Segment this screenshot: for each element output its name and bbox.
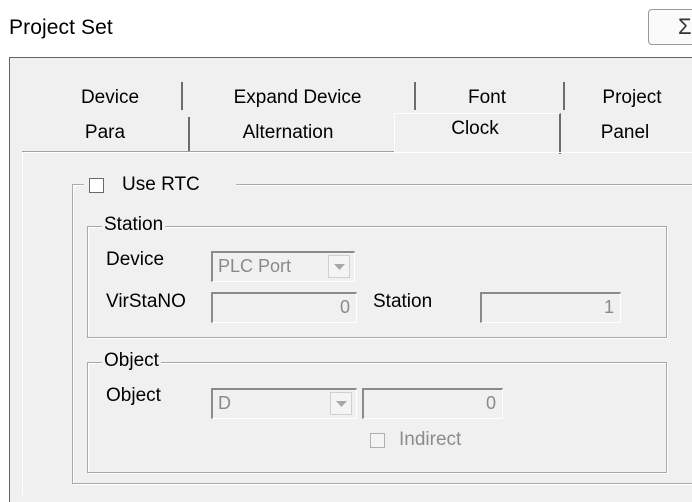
window-title: Project Set	[9, 16, 113, 39]
device-value: PLC Port	[218, 256, 292, 276]
chevron-down-icon	[336, 401, 347, 407]
tab-divider	[414, 82, 416, 110]
station-label: Station	[373, 291, 433, 312]
station-value: 1	[603, 297, 614, 317]
object-address-value: 0	[485, 393, 496, 413]
object-address-input[interactable]: 0	[362, 388, 503, 419]
station-input[interactable]: 1	[480, 292, 621, 323]
tab-divider	[563, 82, 565, 110]
virstano-input[interactable]: 0	[211, 292, 357, 323]
tab-font[interactable]: Font	[420, 83, 554, 113]
object-legend: Object	[102, 350, 161, 372]
tab-panel-left-edge	[22, 152, 23, 495]
tab-device[interactable]: Device	[60, 83, 160, 113]
station-legend: Station	[102, 214, 166, 236]
close-button[interactable]: Σ	[648, 9, 692, 45]
tab-divider	[181, 82, 183, 110]
object-value: D	[218, 393, 231, 413]
object-label: Object	[106, 385, 161, 406]
virstano-label: VirStaNO	[106, 291, 186, 312]
tab-alternation[interactable]: Alternation	[195, 118, 381, 148]
object-dropdown[interactable]: D	[211, 388, 357, 419]
indirect-label[interactable]: Indirect	[399, 429, 461, 451]
tab-panel-highlight	[23, 152, 692, 153]
chevron-down-icon	[334, 264, 345, 270]
tab-divider	[188, 117, 190, 153]
tab-project[interactable]: Project	[572, 83, 692, 113]
object-dropdown-button[interactable]	[330, 392, 352, 415]
close-icon: Σ	[678, 14, 692, 39]
tab-para[interactable]: Para	[45, 118, 165, 148]
virstano-value: 0	[339, 297, 350, 317]
use-rtc-label[interactable]: Use RTC	[122, 174, 200, 196]
device-dropdown[interactable]: PLC Port	[211, 251, 355, 282]
device-label: Device	[106, 249, 165, 270]
title-bar: Project Set Σ	[0, 0, 692, 58]
tab-expand-device[interactable]: Expand Device	[200, 83, 395, 113]
tab-clock[interactable]: Clock	[400, 114, 550, 144]
indirect-checkbox[interactable]	[370, 433, 385, 448]
use-rtc-checkbox[interactable]	[89, 178, 104, 193]
tab-panel[interactable]: Panel	[565, 118, 685, 148]
device-dropdown-button[interactable]	[328, 255, 350, 278]
